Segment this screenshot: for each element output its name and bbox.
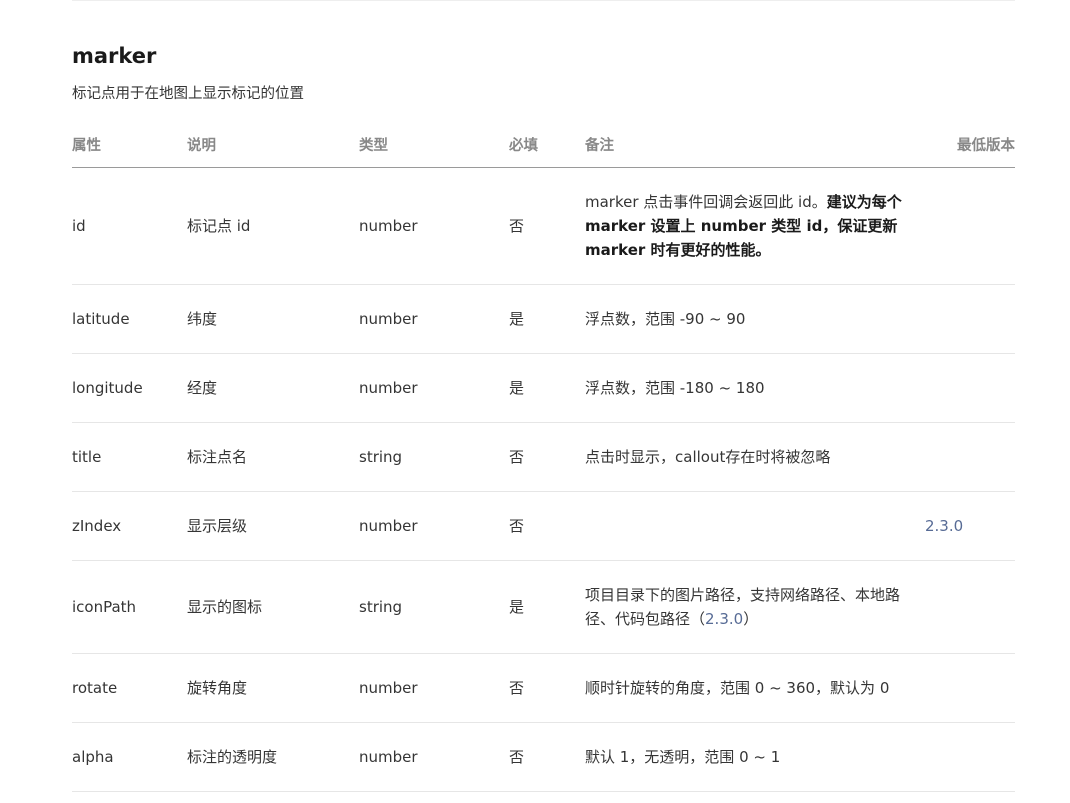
cell-desc: 显示的图标 [187,560,359,654]
note-tail: ） [743,610,759,628]
cell-required: 否 [509,722,585,792]
cell-desc: 经度 [187,353,359,423]
header-desc: 说明 [187,122,359,168]
table-row: id 标记点 id number 否 marker 点击事件回调会返回此 id。… [72,167,1015,285]
cell-notes: 浮点数，范围 -180 ~ 180 [585,353,925,423]
cell-attr: iconPath [72,560,187,654]
table-row: rotate 旋转角度 number 否 顺时针旋转的角度，范围 0 ~ 360… [72,653,1015,723]
cell-attr: zIndex [72,491,187,561]
cell-notes [585,491,925,561]
cell-desc: 标注点名 [187,422,359,492]
cell-version [925,353,1015,423]
header-type: 类型 [359,122,509,168]
cell-type: number [359,491,509,561]
cell-required: 否 [509,167,585,285]
cell-required: 是 [509,560,585,654]
cell-version [925,284,1015,354]
cell-notes: 浮点数，范围 -90 ~ 90 [585,284,925,354]
cell-version [925,422,1015,492]
cell-version [925,167,1015,285]
cell-version [925,560,1015,654]
cell-required: 是 [509,353,585,423]
cell-version [925,722,1015,792]
top-divider [72,0,1015,1]
cell-version [925,653,1015,723]
section-description: 标记点用于在地图上显示标记的位置 [72,86,304,102]
cell-attr: rotate [72,653,187,723]
version-link[interactable]: 2.3.0 [925,491,1015,561]
header-attr: 属性 [72,122,187,168]
cell-desc: 标注的透明度 [187,722,359,792]
cell-required: 是 [509,284,585,354]
note-text: marker 点击事件回调会返回此 id。 [585,193,827,211]
cell-required: 否 [509,653,585,723]
cell-notes: 点击时显示，callout存在时将被忽略 [585,422,925,492]
table-row: title 标注点名 string 否 点击时显示，callout存在时将被忽略 [72,422,1015,492]
table-row: zIndex 显示层级 number 否 2.3.0 [72,491,1015,561]
cell-type: number [359,653,509,723]
attribute-table: 属性 说明 类型 必填 备注 最低版本 id 标记点 id number 否 m… [72,122,1015,792]
cell-desc: 旋转角度 [187,653,359,723]
cell-attr: latitude [72,284,187,354]
header-notes: 备注 [585,122,925,168]
cell-notes: 默认 1，无透明，范围 0 ~ 1 [585,722,925,792]
header-min-version: 最低版本 [925,122,1015,168]
cell-type: number [359,167,509,285]
cell-type: number [359,353,509,423]
cell-attr: title [72,422,187,492]
cell-notes: marker 点击事件回调会返回此 id。建议为每个 marker 设置上 nu… [585,167,925,285]
cell-type: string [359,422,509,492]
cell-attr: id [72,167,187,285]
cell-desc: 标记点 id [187,167,359,285]
cell-notes: 项目目录下的图片路径，支持网络路径、本地路径、代码包路径（2.3.0） [585,560,925,654]
cell-desc: 纬度 [187,284,359,354]
cell-notes: 顺时针旋转的角度，范围 0 ~ 360，默认为 0 [585,653,925,723]
cell-attr: alpha [72,722,187,792]
cell-type: number [359,722,509,792]
cell-required: 否 [509,491,585,561]
cell-desc: 显示层级 [187,491,359,561]
cell-required: 否 [509,422,585,492]
cell-type: number [359,284,509,354]
table-row: alpha 标注的透明度 number 否 默认 1，无透明，范围 0 ~ 1 [72,722,1015,792]
table-row: longitude 经度 number 是 浮点数，范围 -180 ~ 180 [72,353,1015,423]
table-header-row: 属性 说明 类型 必填 备注 最低版本 [72,122,1015,168]
section-header: marker 标记点用于在地图上显示标记的位置 [72,40,1015,106]
table-row: iconPath 显示的图标 string 是 项目目录下的图片路径，支持网络路… [72,560,1015,654]
cell-attr: longitude [72,353,187,423]
table-row: latitude 纬度 number 是 浮点数，范围 -90 ~ 90 [72,284,1015,354]
section-title: marker [72,44,157,68]
cell-type: string [359,560,509,654]
header-required: 必填 [509,122,585,168]
note-version-link[interactable]: 2.3.0 [705,610,743,628]
